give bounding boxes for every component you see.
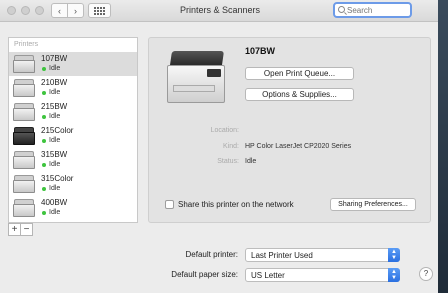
show-all-button[interactable] — [88, 3, 111, 18]
printer-list-header: Printers — [14, 41, 39, 48]
search-icon — [338, 6, 345, 13]
laser-printer-icon — [13, 54, 35, 74]
status-dot-icon — [42, 139, 46, 143]
location-label: Location: — [210, 127, 239, 134]
default-printer-label: Default printer: — [185, 250, 238, 259]
laser-printer-icon — [13, 150, 35, 170]
printer-list-item[interactable]: 210BW Idle — [9, 76, 137, 100]
share-printer-checkbox[interactable] — [165, 200, 174, 209]
default-paper-size-select[interactable]: US Letter ▲ ▼ — [245, 268, 400, 282]
status-dot-icon — [42, 115, 46, 119]
printer-list-footer: + − — [8, 223, 138, 236]
printer-list-item[interactable]: 315Color Idle — [9, 172, 137, 196]
chevron-left-icon: ‹ — [58, 5, 61, 16]
printer-list-item-status: Idle — [49, 185, 61, 192]
default-printer-value: Last Printer Used — [251, 251, 313, 260]
laser-printer-icon — [13, 102, 35, 122]
default-paper-size-value: US Letter — [251, 271, 285, 280]
updown-chevron-icon: ▲ ▼ — [388, 248, 400, 262]
printer-list-item-name: 400BW — [41, 198, 68, 207]
printer-detail-panel: 107BW Open Print Queue... Options & Supp… — [148, 37, 431, 223]
forward-button[interactable]: › — [67, 3, 84, 18]
printer-list-item-name: 315Color — [41, 174, 74, 183]
color-printer-icon — [13, 174, 35, 194]
kind-label: Kind: — [223, 143, 239, 150]
printer-list-item[interactable]: 400BW Idle — [9, 196, 137, 220]
minimize-button[interactable] — [21, 6, 30, 15]
window-title: Printers & Scanners — [179, 5, 261, 15]
printer-list-item[interactable]: 215BW Idle — [9, 100, 137, 124]
printers-scanners-window: ‹ › Printers & Scanners Printers 107BW Id… — [0, 0, 438, 293]
printer-list-item-status: Idle — [49, 113, 61, 120]
search-field[interactable] — [333, 2, 412, 18]
printer-image — [167, 51, 225, 107]
printer-list: Printers 107BW Idle 210BW Idle 215BW Idle 215C… — [8, 37, 138, 223]
printer-list-item-name: 210BW — [41, 78, 68, 87]
desktop-background — [438, 0, 448, 293]
title-bar: ‹ › Printers & Scanners — [0, 0, 438, 22]
open-print-queue-button[interactable]: Open Print Queue... — [245, 67, 354, 80]
status-dot-icon — [42, 187, 46, 191]
default-paper-size-label: Default paper size: — [171, 270, 238, 279]
remove-printer-button[interactable]: − — [20, 223, 33, 236]
status-dot-icon — [42, 163, 46, 167]
printer-list-item[interactable]: 315BW Idle — [9, 148, 137, 172]
printer-list-item-status: Idle — [49, 89, 61, 96]
sharing-preferences-button[interactable]: Sharing Preferences... — [330, 198, 416, 211]
status-value: Idle — [245, 158, 257, 165]
printer-list-item-status: Idle — [49, 161, 61, 168]
share-printer-label: Share this printer on the network — [178, 200, 294, 209]
printer-name: 107BW — [245, 46, 276, 56]
grid-icon — [94, 6, 105, 15]
printer-list-item-status: Idle — [49, 209, 61, 216]
back-button[interactable]: ‹ — [51, 3, 68, 18]
search-input[interactable] — [347, 5, 407, 15]
options-supplies-button[interactable]: Options & Supplies... — [245, 88, 354, 101]
printer-list-item-status: Idle — [49, 65, 61, 72]
printer-list-item-name: 315BW — [41, 150, 68, 159]
status-dot-icon — [42, 211, 46, 215]
kind-value: HP Color LaserJet CP2020 Series — [245, 143, 352, 150]
color-printer-icon — [13, 126, 35, 146]
laser-printer-icon — [13, 78, 35, 98]
status-dot-icon — [42, 67, 46, 71]
status-dot-icon — [42, 91, 46, 95]
close-button[interactable] — [7, 6, 16, 15]
printer-list-item[interactable]: 215Color Idle — [9, 124, 137, 148]
status-label: Status: — [217, 158, 239, 165]
printer-list-item-status: Idle — [49, 137, 61, 144]
printer-list-item[interactable]: 107BW Idle — [9, 52, 137, 76]
laser-printer-icon — [13, 198, 35, 218]
printer-list-item-name: 107BW — [41, 54, 68, 63]
updown-chevron-icon: ▲ ▼ — [388, 268, 400, 282]
default-printer-select[interactable]: Last Printer Used ▲ ▼ — [245, 248, 400, 262]
printer-list-item-name: 215Color — [41, 126, 74, 135]
help-button[interactable]: ? — [419, 267, 433, 281]
zoom-button[interactable] — [35, 6, 44, 15]
printer-list-item-name: 215BW — [41, 102, 68, 111]
chevron-right-icon: › — [74, 5, 77, 16]
